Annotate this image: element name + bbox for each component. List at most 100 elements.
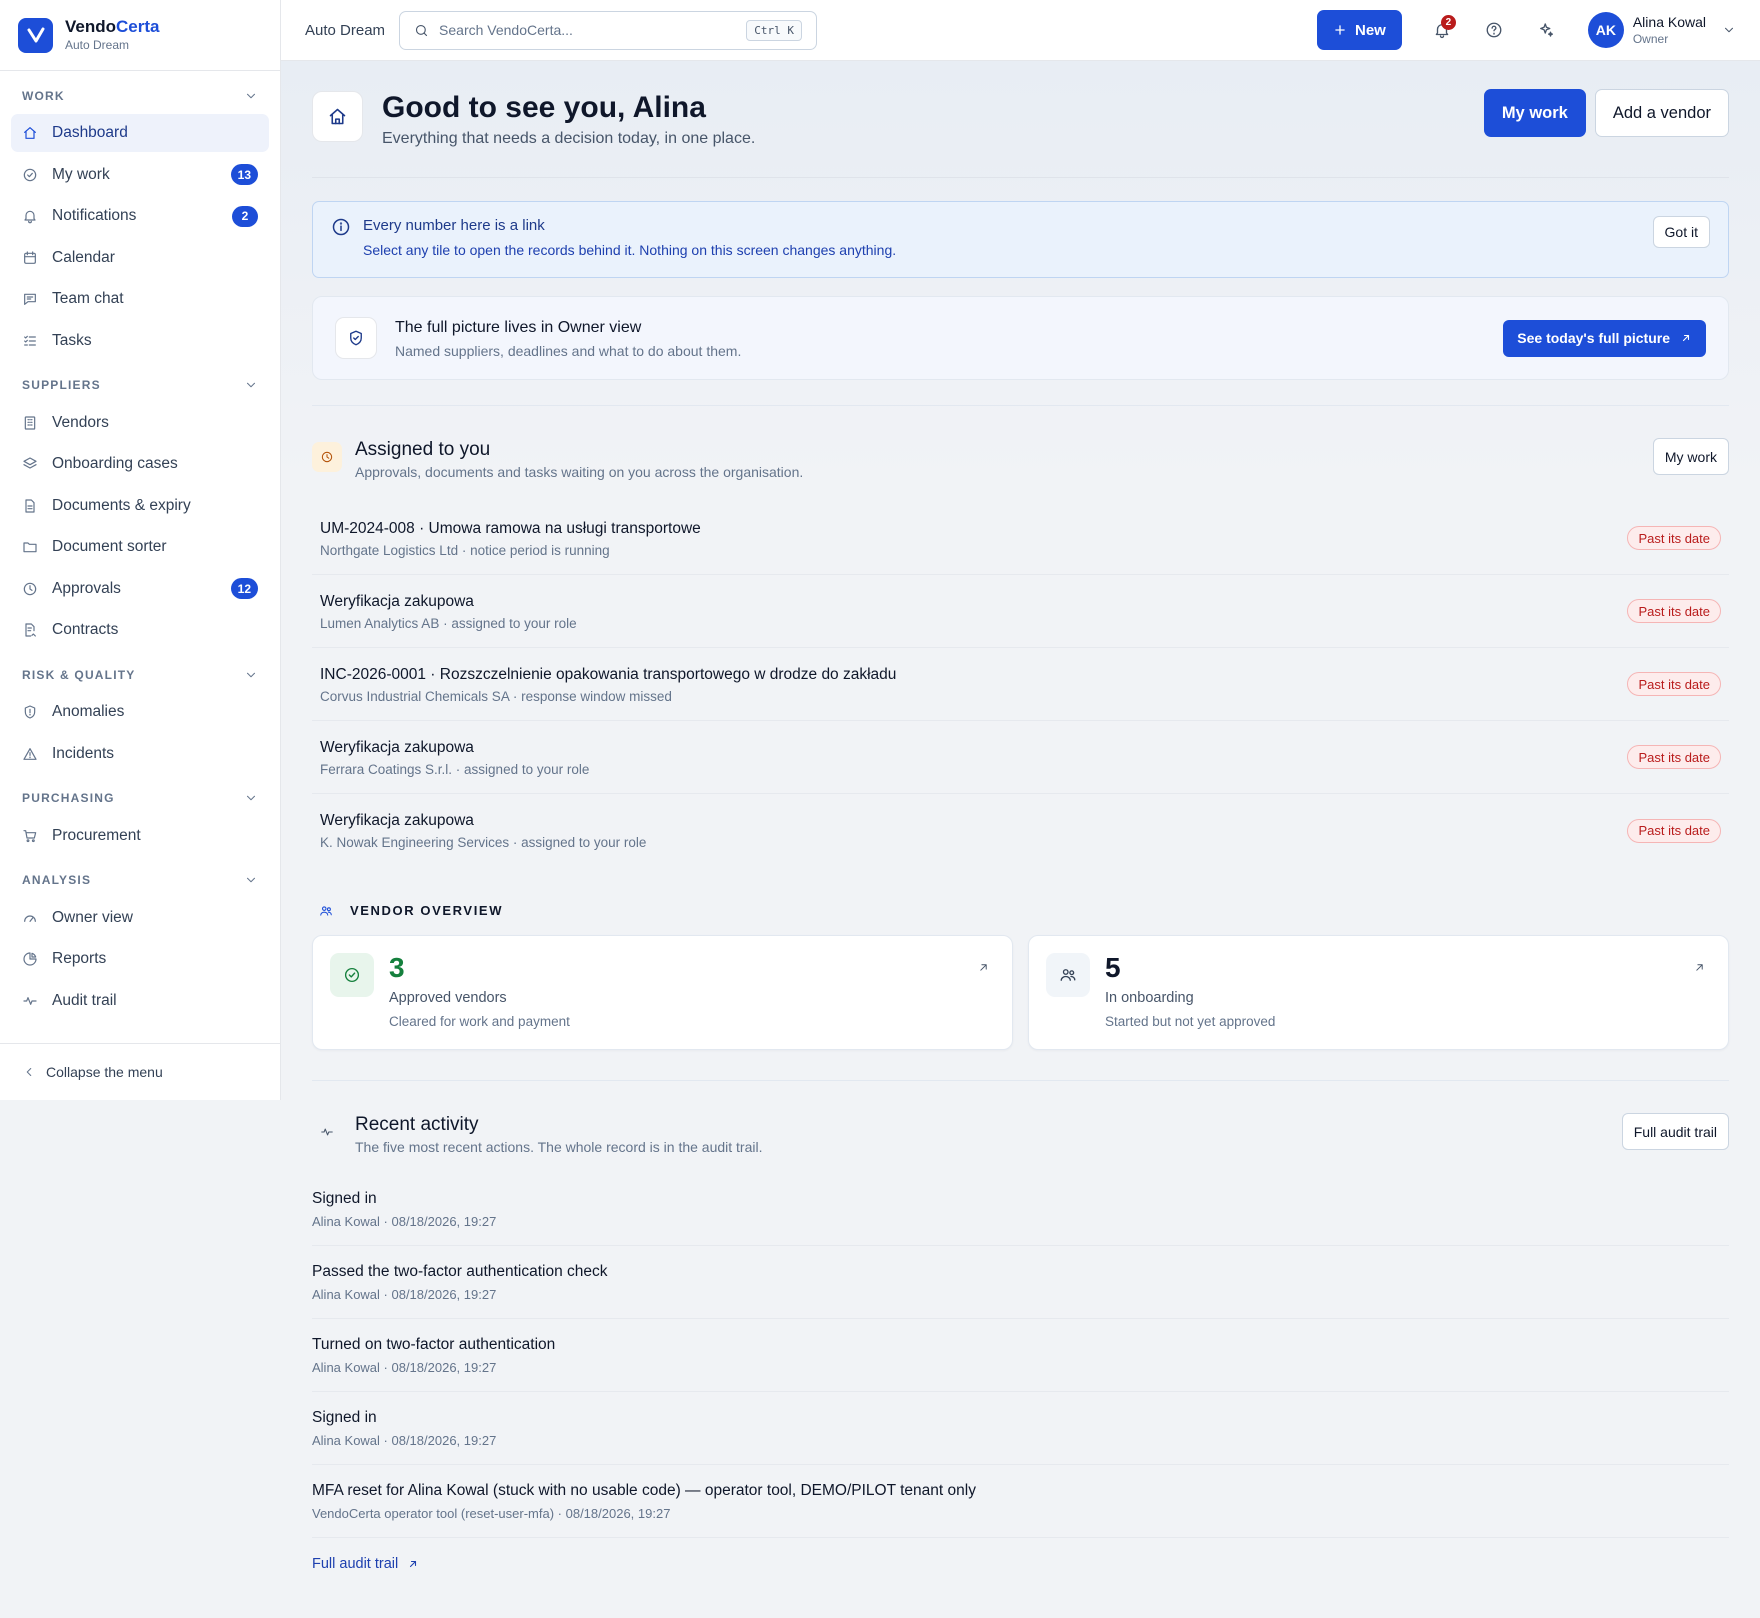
sidebar-section-analysis[interactable]: ANALYSIS [11,869,269,892]
sidebar-item-notifications[interactable]: Notifications 2 [11,197,269,235]
sidebar-section-title: PURCHASING [22,791,115,805]
activity-row: MFA reset for Alina Kowal (stuck with no… [312,1465,1729,1538]
assigned-row[interactable]: UM-2024-008 · Umowa ramowa na usługi tra… [312,502,1729,575]
sidebar-section-suppliers[interactable]: SUPPLIERS [11,374,269,397]
sidebar-item-contracts[interactable]: Contracts [11,611,269,649]
sidebar-item-incidents[interactable]: Incidents [11,735,269,773]
assigned-row-subtitle: K. Nowak Engineering Services · assigned… [320,835,647,850]
activity-meta: Alina Kowal · 08/18/2026, 19:27 [312,1433,497,1448]
sidebar-item-vendors[interactable]: Vendors [11,404,269,442]
status-badge: Past its date [1627,745,1721,769]
assigned-row[interactable]: Weryfikacja zakupowa Lumen Analytics AB ·… [312,575,1729,648]
welcome-header: Good to see you, Alina Everything that n… [312,61,1729,178]
assigned-row[interactable]: Weryfikacja zakupowa Ferrara Coatings S.r… [312,721,1729,794]
full-audit-trail-link[interactable]: Full audit trail [312,1556,1729,1572]
assigned-row-title: UM-2024-008 · Umowa ramowa na usługi tra… [320,519,701,537]
sidebar-item-onboarding-cases[interactable]: Onboarding cases [11,445,269,483]
status-badge: Past its date [1627,599,1721,623]
sidebar-item-audit-trail[interactable]: Audit trail [11,982,269,1020]
vendor-stat-card-in-onboarding[interactable]: 5 In onboarding Started but not yet approv… [1028,935,1729,1050]
gauge-icon [24,914,36,922]
list-check-icon [24,335,36,346]
assigned-row[interactable]: Weryfikacja zakupowa K. Nowak Engineering… [312,794,1729,867]
sidebar-section-risk-and-quality[interactable]: RISK & QUALITY [11,663,269,686]
sidebar-item-approvals[interactable]: Approvals 12 [11,570,269,608]
assigned-row-subtitle: Ferrara Coatings S.r.l. · assigned to yo… [320,761,590,777]
full-audit-trail-link-label: Full audit trail [312,1556,399,1572]
got-it-button[interactable]: Got it [1652,216,1710,248]
count-badge: 12 [230,578,258,599]
notifications-count-badge: 2 [1440,15,1456,30]
vendor-stat-card-approved-vendors[interactable]: 3 Approved vendors Cleared for work and pa… [312,935,1013,1050]
sidebar-item-calendar[interactable]: Calendar [11,239,269,277]
see-full-picture-button[interactable]: See today's full picture [1503,319,1706,357]
assigned-subtitle: Approvals, documents and tasks waiting o… [355,464,804,480]
activity-row: Signed in Alina Kowal · 08/18/2026, 19:27 [312,1173,1729,1246]
brand-logo-icon [18,17,53,53]
sidebar-section-work[interactable]: WORK [11,84,269,107]
page-subtitle: Everything that needs a decision today, … [382,130,756,147]
sidebar-item-documents-and-expiry[interactable]: Documents & expiry [11,487,269,525]
sidebar: VendoCerta Auto Dream WORK Dashboard My wo… [0,0,281,1100]
info-icon [332,218,350,236]
sidebar-item-owner-view[interactable]: Owner view [11,899,269,937]
file-icon [25,498,35,513]
assistant-button[interactable] [1526,10,1566,50]
brand[interactable]: VendoCerta Auto Dream [0,0,280,71]
sidebar-item-dashboard[interactable]: Dashboard [11,114,269,152]
shield-icon [24,705,36,719]
sidebar-item-anomalies[interactable]: Anomalies [11,693,269,731]
pie-icon [23,952,37,966]
assigned-list: UM-2024-008 · Umowa ramowa na usługi tra… [312,502,1729,867]
user-menu[interactable]: AK Alina Kowal Owner [1587,12,1736,48]
notifications-button[interactable]: 2 [1422,10,1462,50]
add-vendor-button[interactable]: Add a vendor [1594,89,1729,137]
help-button[interactable] [1474,10,1514,50]
full-audit-trail-button[interactable]: Full audit trail [1621,1113,1729,1150]
bell-icon [24,210,36,224]
page-title: Good to see you, Alina [382,91,706,124]
sidebar-item-my-work[interactable]: My work 13 [11,156,269,194]
org-name[interactable]: Auto Dream [305,22,385,39]
sidebar-item-label: Reports [52,950,107,967]
sidebar-section-purchasing[interactable]: PURCHASING [11,787,269,810]
sidebar-item-procurement[interactable]: Procurement [11,817,269,855]
new-button[interactable]: New [1317,10,1402,50]
assigned-my-work-button[interactable]: My work [1652,438,1729,475]
topbar: Auto Dream Search VendoCerta... Ctrl K N… [281,0,1760,61]
sidebar-item-label: Audit trail [52,991,117,1009]
search-input[interactable]: Search VendoCerta... Ctrl K [399,10,818,50]
help-icon [1486,22,1502,38]
sidebar-item-team-chat[interactable]: Team chat [11,280,269,318]
sidebar-item-document-sorter[interactable]: Document sorter [11,528,269,566]
vendor-overview-cards: 3 Approved vendors Cleared for work and pa… [312,935,1729,1050]
chevron-down-icon [246,672,256,677]
sidebar-item-reports[interactable]: Reports [11,940,269,978]
arrow-up-right-icon [1696,964,1703,971]
activity-meta: VendoCerta operator tool (reset-user-mfa… [312,1506,671,1521]
user-name: Alina Kowal [1632,14,1706,30]
assigned-row[interactable]: INC-2026-0001 · Rozszczelnienie opakowan… [312,648,1729,721]
sidebar-item-label: Tasks [52,331,92,349]
vendor-overview-label: VENDOR OVERVIEW [350,903,504,918]
activity-row: Signed in Alina Kowal · 08/18/2026, 19:27 [312,1392,1729,1465]
card-value: 5 [1105,952,1121,983]
activity-title: Passed the two-factor authentication che… [312,1263,608,1280]
sidebar-item-label: Team chat [52,290,124,307]
activity-title: MFA reset for Alina Kowal (stuck with no… [312,1482,976,1499]
sidebar-item-label: Vendors [52,413,109,431]
contract-icon [25,623,36,637]
my-work-button[interactable]: My work [1483,89,1586,137]
sidebar-section-title: WORK [22,88,65,103]
activity-icon [312,1117,342,1147]
sidebar-item-tasks[interactable]: Tasks [11,322,269,360]
brand-org: Auto Dream [65,38,130,52]
collapse-menu-button[interactable]: Collapse the menu [0,1043,280,1100]
card-subtitle: Cleared for work and payment [389,1014,570,1029]
activity-row: Turned on two-factor authentication Alina… [312,1319,1729,1392]
info-banner-title: Every number here is a link [363,217,545,234]
chevron-down-icon [246,877,256,883]
card-arrow [1693,961,1706,974]
sidebar-item-label: Notifications [52,207,137,224]
sidebar-item-label: Document sorter [52,538,167,555]
